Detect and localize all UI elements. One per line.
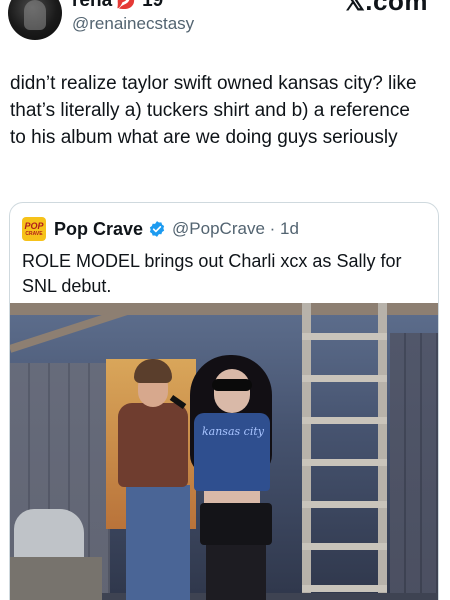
ladder-rung [302, 417, 387, 424]
quote-header: POP CRAVE Pop Crave @PopCrave · 1d [22, 217, 299, 241]
verified-badge-icon [149, 221, 165, 237]
quote-text: ROLE MODEL brings out Charli xcx as Sall… [22, 251, 402, 296]
performer-shirt [118, 403, 188, 487]
singer-skirt [200, 503, 272, 545]
display-name-text: rena [72, 0, 113, 11]
rafter-beam [10, 303, 438, 315]
sunglasses [212, 379, 252, 391]
ladder-rail-right [378, 303, 387, 600]
user-handle[interactable]: @renainecstasy [72, 14, 194, 34]
ladder-rung [302, 459, 387, 466]
user-avatar[interactable] [8, 0, 62, 40]
performer-jeans [126, 485, 190, 600]
lips-emoji-icon: 💋 [116, 0, 137, 10]
ladder-rung [302, 333, 387, 340]
display-name[interactable]: rena 💋 19 [72, 0, 163, 12]
wooden-crate [10, 557, 102, 600]
quote-tweet-card[interactable]: POP CRAVE Pop Crave @PopCrave · 1d ROLE … [9, 202, 439, 600]
avatar-figure [24, 0, 46, 30]
ladder-rail-left [302, 303, 311, 600]
quote-handle-time[interactable]: @PopCrave · 1d [172, 219, 299, 239]
tweet-header: rena 💋 19 @renainecstasy 𝕏.com [0, 0, 450, 50]
x-logo-icon: 𝕏.com [343, 0, 428, 16]
quote-display-name[interactable]: Pop Crave [54, 219, 143, 240]
singer-face [214, 369, 250, 413]
barn-wall-right [390, 333, 438, 600]
ladder-rung [302, 375, 387, 382]
popcrave-avatar[interactable]: POP CRAVE [22, 217, 46, 241]
ladder-rung [302, 585, 387, 592]
ladder-rung [302, 501, 387, 508]
singer-legs [206, 543, 266, 600]
display-name-suffix: 19 [142, 0, 164, 11]
quote-media-image[interactable]: kansas city [10, 303, 438, 600]
avatar-logo-bottom: CRAVE [25, 230, 43, 237]
avatar-logo-top: POP [24, 220, 44, 231]
ladder-rung [302, 543, 387, 550]
tweet-text: didn’t realize taylor swift owned kansas… [10, 73, 417, 148]
shirt-text: kansas city [202, 425, 264, 438]
